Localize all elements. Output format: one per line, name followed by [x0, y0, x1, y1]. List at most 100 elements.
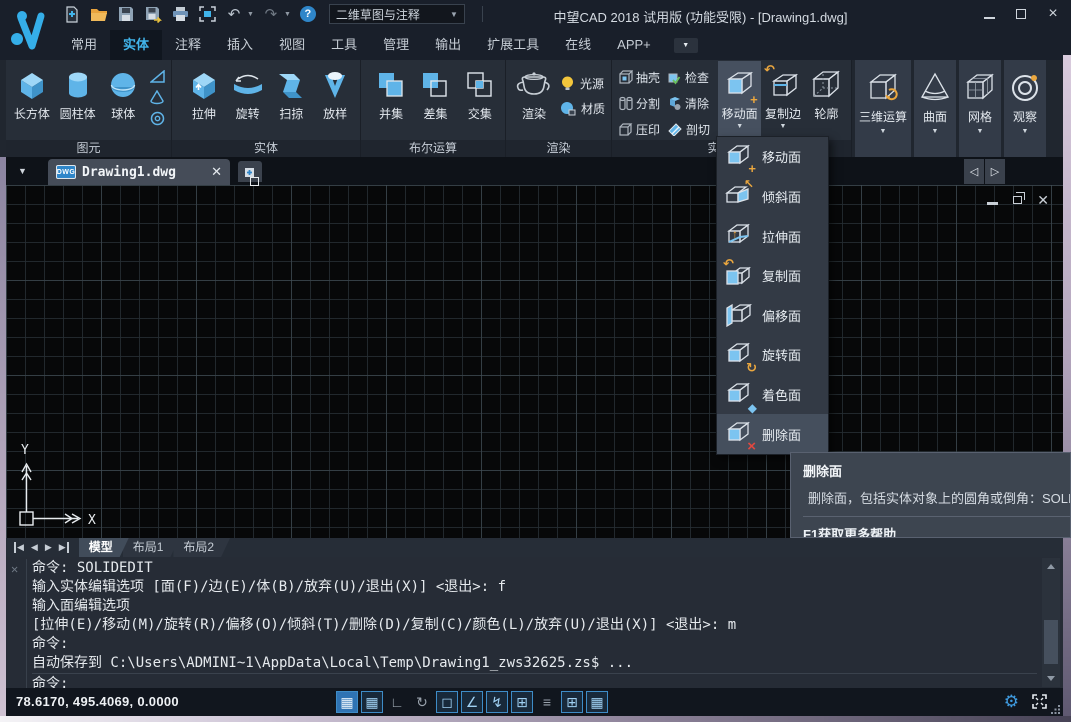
open-file-icon[interactable]	[89, 4, 109, 24]
menu-item-taper-face[interactable]: ↖ 倾斜面	[717, 177, 828, 217]
menu-icon[interactable]: ≡	[536, 691, 558, 713]
tab-annotate[interactable]: 注释	[162, 30, 214, 60]
move-face-button[interactable]: + 移动面 ▼	[718, 61, 761, 140]
wedge-icon[interactable]	[149, 68, 166, 85]
help-icon[interactable]: ?	[298, 4, 318, 24]
grid-icon[interactable]: ▦	[361, 691, 383, 713]
quick-properties-icon[interactable]: ⊞	[561, 691, 583, 713]
document-tab[interactable]: DWG Drawing1.dwg ✕	[48, 159, 230, 185]
scrollbar-thumb[interactable]	[1044, 620, 1058, 664]
object-snap-icon[interactable]: ◻	[436, 691, 458, 713]
preview-icon[interactable]	[197, 4, 217, 24]
save-icon[interactable]	[116, 4, 136, 24]
close-button[interactable]: ×	[1045, 6, 1061, 22]
doc-restore-icon[interactable]	[1013, 196, 1022, 204]
tab-output[interactable]: 输出	[422, 30, 474, 60]
next-layout-icon[interactable]: ▶	[45, 542, 52, 553]
clean-button[interactable]: 清除	[667, 95, 716, 112]
menu-item-extrude-face[interactable]: ↑ 拉伸面	[717, 216, 828, 256]
union-button[interactable]: 并集	[369, 61, 413, 140]
new-file-icon[interactable]	[62, 4, 82, 24]
observe-button[interactable]: 观察 ▼	[1004, 60, 1046, 157]
undo-dropdown-icon[interactable]: ▼	[247, 11, 254, 18]
tab-insert[interactable]: 插入	[214, 30, 266, 60]
last-layout-icon[interactable]: ▶	[59, 542, 69, 553]
box-button[interactable]: 长方体	[9, 61, 55, 140]
tab-tools[interactable]: 工具	[318, 30, 370, 60]
tab-solid[interactable]: 实体	[110, 30, 162, 60]
subtract-button[interactable]: 差集	[413, 61, 457, 140]
dynamic-input-icon[interactable]: ↯	[486, 691, 508, 713]
revolve-button[interactable]: 旋转	[226, 61, 270, 140]
redo-icon[interactable]: ↷	[261, 4, 281, 24]
annotation-scale-icon[interactable]: ▦	[586, 691, 608, 713]
mesh-button[interactable]: 网格 ▼	[959, 60, 1001, 157]
tab-manage[interactable]: 管理	[370, 30, 422, 60]
outline-button[interactable]: 轮廓	[805, 61, 848, 140]
polar-tracking-icon[interactable]: ↻	[411, 691, 433, 713]
3d-operations-button[interactable]: 三维运算 ▼	[855, 60, 911, 157]
extrude-button[interactable]: 拉伸	[182, 61, 226, 140]
scroll-up-icon[interactable]	[1047, 564, 1055, 569]
first-layout-icon[interactable]: ◀	[14, 542, 24, 553]
check-button[interactable]: 检查	[667, 69, 716, 86]
sweep-button[interactable]: 扫掠	[270, 61, 314, 140]
tab-layout2[interactable]: 布局2	[173, 538, 230, 557]
loft-button[interactable]: 放样	[313, 61, 357, 140]
imprint-button[interactable]: 压印	[618, 121, 667, 138]
snap-icon[interactable]: ▦	[336, 691, 358, 713]
menu-item-delete-face[interactable]: × 删除面	[717, 414, 828, 454]
menu-item-color-face[interactable]: ◆ 着色面	[717, 375, 828, 415]
sphere-button[interactable]: 球体	[100, 61, 146, 140]
menu-item-copy-face[interactable]: ↶ 复制面	[717, 256, 828, 296]
light-button[interactable]: 光源	[558, 71, 605, 96]
workspace-dropdown[interactable]: 二维草图与注释 ▼	[329, 4, 465, 24]
maximize-button[interactable]	[1013, 6, 1029, 22]
previous-layout-icon[interactable]: ◀	[31, 542, 38, 553]
fullscreen-icon[interactable]	[1032, 694, 1047, 709]
cone-icon[interactable]	[149, 89, 166, 106]
intersect-button[interactable]: 交集	[458, 61, 502, 140]
command-window[interactable]: ✕ 命令: SOLIDEDIT 输入实体编辑选项 [面(F)/边(E)/体(B)…	[6, 557, 1063, 688]
command-scrollbar[interactable]	[1042, 558, 1060, 687]
slice-button[interactable]: 剖切	[667, 121, 716, 138]
material-button[interactable]: 材质	[558, 96, 605, 121]
surface-button[interactable]: 曲面 ▼	[914, 60, 956, 157]
scroll-down-icon[interactable]	[1047, 676, 1055, 681]
gear-icon[interactable]: ⚙	[1004, 692, 1019, 712]
tab-view[interactable]: 视图	[266, 30, 318, 60]
print-icon[interactable]	[170, 4, 190, 24]
lineweight-icon[interactable]: ⊞	[511, 691, 533, 713]
menu-item-move-face[interactable]: + 移动面	[717, 137, 828, 177]
menu-item-offset-face[interactable]: 偏移面	[717, 296, 828, 336]
cylinder-button[interactable]: 圆柱体	[55, 61, 101, 140]
command-close-icon[interactable]: ✕	[11, 562, 18, 576]
tab-express[interactable]: 扩展工具	[474, 30, 552, 60]
ortho-icon[interactable]: ∟	[386, 691, 408, 713]
tab-model[interactable]: 模型	[79, 538, 129, 557]
minimize-button[interactable]	[981, 6, 997, 22]
scroll-tabs-left-button[interactable]: ◁	[964, 159, 984, 184]
tab-home[interactable]: 常用	[58, 30, 110, 60]
redo-dropdown-icon[interactable]: ▼	[284, 11, 291, 18]
resize-grip-icon[interactable]	[1051, 704, 1061, 714]
torus-icon[interactable]	[149, 110, 166, 127]
tab-app-plus[interactable]: APP+	[604, 30, 664, 60]
doc-close-icon[interactable]: ✕	[1037, 193, 1049, 207]
save-as-icon[interactable]	[143, 4, 163, 24]
scroll-tabs-right-button[interactable]: ▷	[985, 159, 1005, 184]
separate-button[interactable]: 分割	[618, 95, 667, 112]
menu-item-rotate-face[interactable]: ↻ 旋转面	[717, 335, 828, 375]
render-button[interactable]: 渲染	[510, 61, 558, 140]
undo-icon[interactable]: ↶	[224, 4, 244, 24]
doc-minimize-icon[interactable]	[987, 202, 998, 205]
object-tracking-icon[interactable]: ∠	[461, 691, 483, 713]
shell-button[interactable]: 抽壳	[618, 69, 667, 86]
sweep-icon	[274, 66, 308, 104]
doc-tab-list-dropdown-icon[interactable]: ▼	[18, 166, 27, 176]
tab-online[interactable]: 在线	[552, 30, 604, 60]
envelope-icon[interactable]: ▼	[674, 38, 698, 53]
copy-edge-button[interactable]: ↶ 复制边 ▼	[761, 61, 804, 140]
close-document-icon[interactable]: ✕	[211, 164, 222, 180]
tab-layout1[interactable]: 布局1	[123, 538, 180, 557]
